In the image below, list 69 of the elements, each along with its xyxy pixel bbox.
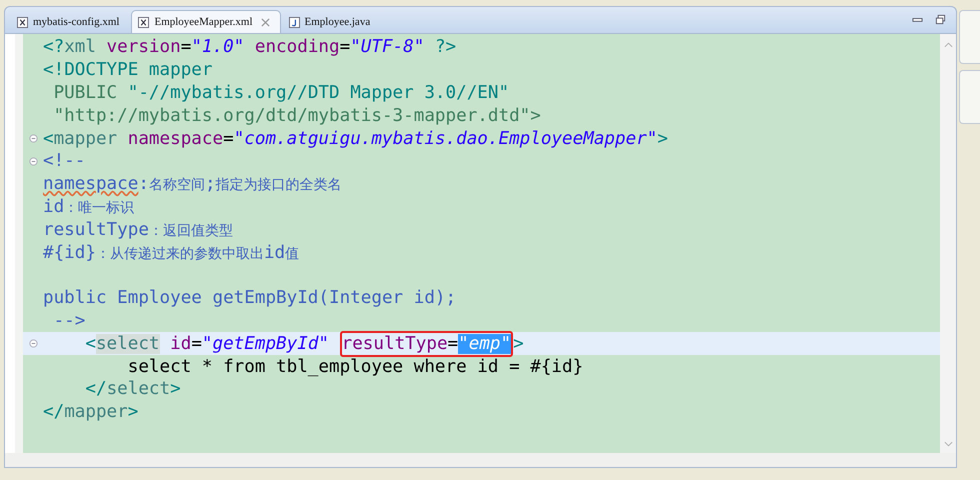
code-token: id: [264, 242, 286, 263]
side-panel[interactable]: [959, 70, 980, 124]
code-token: </: [84, 379, 107, 400]
code-token: =: [223, 128, 234, 149]
code-token: >: [128, 402, 138, 422]
code-token: resultType: [342, 334, 448, 354]
scroll-up-icon[interactable]: [944, 42, 952, 48]
code-token: =: [448, 334, 458, 354]
close-icon[interactable]: [260, 18, 270, 26]
code-token: >: [657, 128, 668, 149]
code-token: "UTF-8": [350, 37, 424, 58]
code-token: "getEmpById": [202, 334, 330, 354]
code-token: <?: [43, 37, 64, 58]
code-token: "com.atguigu.mybatis.dao.EmployeeMapper": [234, 128, 658, 149]
horizontal-scrollbar[interactable]: [5, 453, 956, 467]
editor-tab[interactable]: mybatis-config.xml: [11, 11, 130, 33]
code-token: PUBLIC: [52, 82, 118, 103]
code-token: >: [170, 379, 181, 400]
code-token: xml: [64, 37, 96, 58]
side-panel[interactable]: [959, 10, 980, 64]
code-token: version: [106, 37, 181, 58]
code-token: >: [513, 334, 524, 354]
vertical-scrollbar[interactable]: [940, 34, 956, 453]
code-token: resultType: [43, 220, 149, 240]
code-token: <: [84, 334, 96, 354]
code-token: ?>: [434, 37, 456, 58]
code-token: =: [191, 334, 202, 354]
editor-tab[interactable]: EmployeeMapper.xml: [131, 10, 281, 33]
code-token: =: [340, 37, 350, 58]
fold-icon[interactable]: [28, 339, 38, 348]
fold-icon[interactable]: [28, 134, 38, 144]
code-token: public Employee getEmpById(Integer id);: [43, 288, 456, 308]
code-token: select: [106, 379, 170, 400]
code-token: "-//mybatis.org//DTD Mapper 3.0//EN": [126, 82, 510, 103]
code-token: id: [169, 334, 192, 354]
code-token: :: [138, 174, 149, 194]
code-token: encoding: [254, 37, 340, 58]
code-token: =: [180, 37, 192, 58]
code-token: <!: [43, 60, 64, 80]
code-token: 指定为接口的全类名: [216, 177, 342, 194]
code-token: ：从传递过来的参数中取出: [96, 246, 264, 262]
code-token: 值: [285, 246, 300, 262]
code-token: "http://mybatis.org/dtd/mybatis-3-mapper.dtd">: [52, 106, 541, 126]
code-token: #{id}: [43, 242, 96, 263]
xml-file-icon: [17, 16, 28, 28]
editor-tab[interactable]: Employee.java: [282, 11, 380, 33]
code-token: -->: [52, 310, 86, 331]
xml-file-icon: [138, 16, 150, 28]
code-token: namespace: [126, 128, 224, 149]
scroll-down-icon[interactable]: [944, 441, 952, 447]
code-token: id: [43, 196, 64, 217]
code-token: ;: [204, 174, 216, 194]
code-token: ：唯一标识: [64, 200, 134, 216]
code-token: "1.0": [191, 37, 244, 58]
code-token: namespace: [43, 174, 138, 194]
code-token: ：返回值类型: [148, 222, 233, 239]
code-token: DOCTYPE mapper: [64, 60, 212, 80]
java-file-icon: [288, 16, 300, 28]
code-token: "emp": [458, 334, 512, 354]
code-token: <: [43, 128, 54, 149]
code-token: mapper: [54, 128, 118, 149]
code-token: select * from tbl_employee where id = #{id}: [126, 356, 584, 377]
code-token: <!--: [43, 151, 86, 172]
fold-icon[interactable]: [28, 156, 38, 166]
code-token: </: [43, 402, 64, 422]
code-token: select: [96, 334, 160, 354]
code-token: 名称空间: [148, 177, 205, 194]
maximize-icon[interactable]: [935, 14, 946, 25]
code-token: mapper: [64, 402, 128, 422]
